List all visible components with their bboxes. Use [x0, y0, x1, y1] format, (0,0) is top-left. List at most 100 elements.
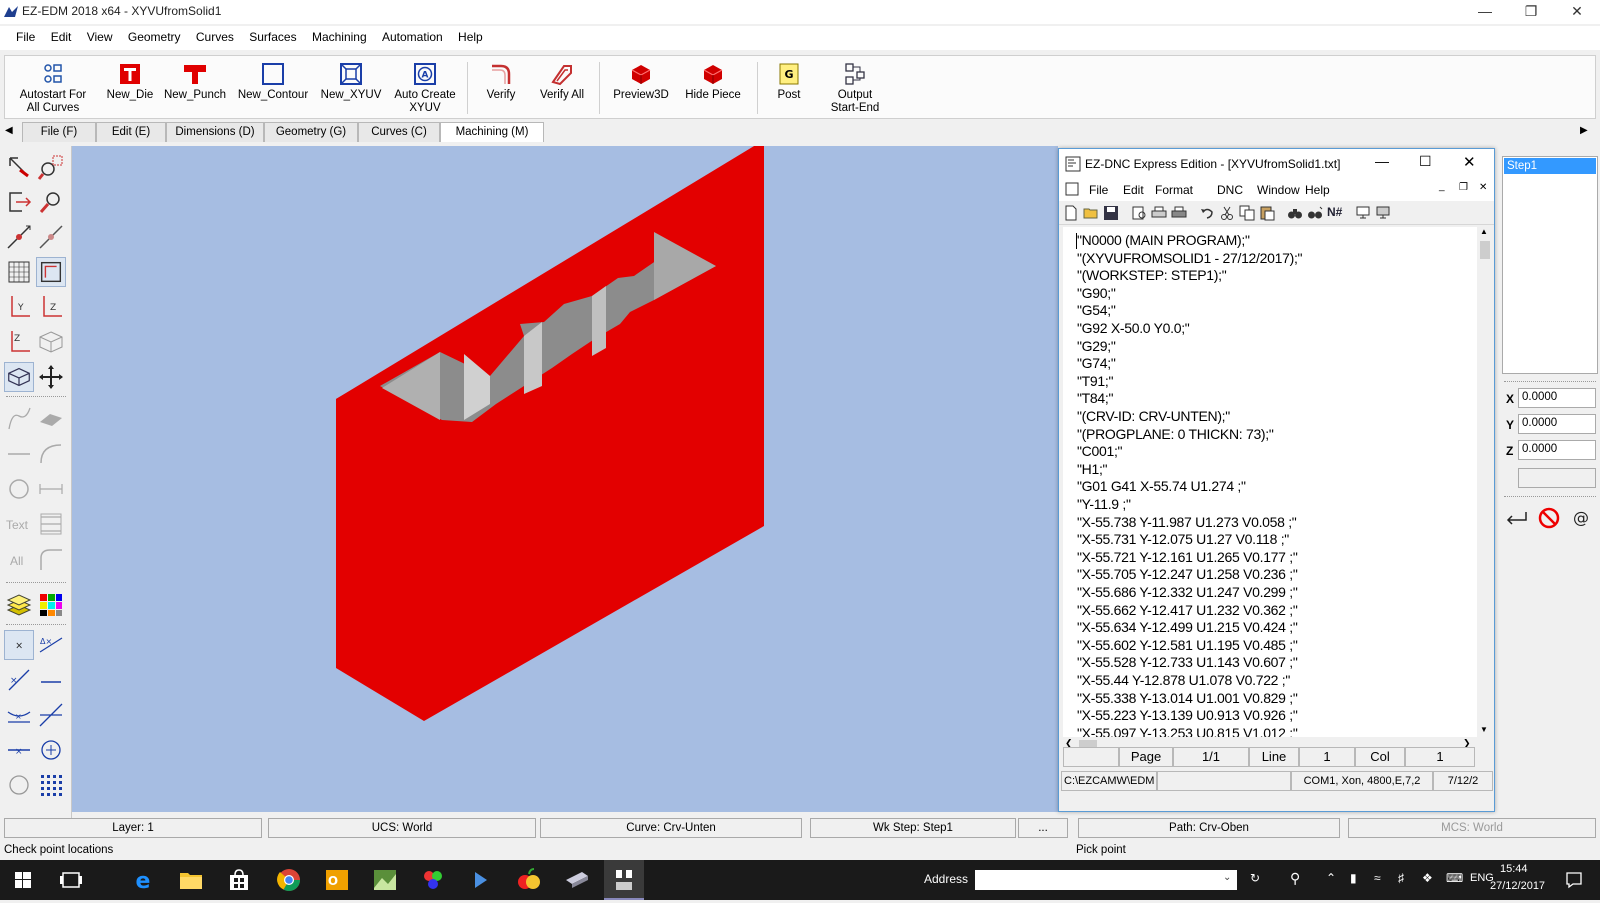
zoom-window-icon[interactable] [36, 152, 66, 182]
fit-view-icon[interactable] [36, 257, 66, 287]
line-icon[interactable] [4, 439, 34, 469]
tray-expand-icon[interactable]: ⌃ [1326, 871, 1336, 885]
hide-piece-button[interactable]: Hide Piece [677, 60, 749, 118]
menu-geometry[interactable]: Geometry [122, 26, 187, 50]
find-replace-icon[interactable] [1307, 205, 1323, 221]
snap-midpoint-icon[interactable]: × [4, 700, 34, 730]
snap-horizontal-icon[interactable] [36, 665, 66, 695]
hatch-icon[interactable] [36, 509, 66, 539]
dnc-editor-window[interactable]: EZ-DNC Express Edition - [XYVUfromSolid1… [1058, 148, 1495, 812]
snap-delta-icon[interactable]: Δ× [36, 630, 66, 660]
menu-view[interactable]: View [81, 26, 119, 50]
tab-file[interactable]: File (F) [22, 122, 96, 142]
coordinate-extra-field[interactable] [1518, 468, 1596, 488]
keyboard-icon[interactable]: ⌨ [1446, 871, 1463, 885]
menu-file[interactable]: File [10, 26, 41, 50]
isometric-view-icon[interactable] [4, 362, 34, 392]
3d-viewport[interactable] [72, 140, 1058, 812]
dnc-close-button[interactable]: ✕ [1463, 153, 1476, 171]
point-snap-icon[interactable]: × [4, 630, 34, 660]
print-icon[interactable] [1171, 205, 1187, 221]
menu-help[interactable]: Help [452, 26, 489, 50]
zoom-icon[interactable] [36, 187, 66, 217]
open-folder-icon[interactable] [1083, 205, 1099, 221]
move-icon[interactable] [36, 362, 66, 392]
scroll-up-icon[interactable]: ▲ [1480, 227, 1488, 236]
chrome-icon[interactable] [274, 866, 304, 894]
x-coordinate-field[interactable]: 0.0000 [1518, 388, 1596, 408]
post-button[interactable]: G Post [767, 60, 811, 118]
status-path[interactable]: Path: Crv-Oben [1078, 818, 1340, 838]
terminal-app-icon[interactable] [466, 866, 496, 894]
snap-nearest-icon[interactable]: × [4, 735, 34, 765]
fruit-app-icon[interactable] [514, 866, 544, 894]
edge-browser-icon[interactable]: e [128, 866, 158, 894]
color-app-icon[interactable] [418, 866, 448, 894]
isometric-wire-icon[interactable] [36, 327, 66, 357]
menu-edit[interactable]: Edit [45, 26, 78, 50]
auto-create-xyuv-button[interactable]: A Auto Create XYUV [389, 60, 461, 118]
dnc-child-restore-button[interactable]: ❐ [1459, 182, 1468, 193]
copy-icon[interactable] [1239, 205, 1255, 221]
dnc-child-close-button[interactable]: ✕ [1479, 182, 1487, 193]
dnc-menu-help[interactable]: Help [1305, 183, 1330, 197]
renumber-icon[interactable]: N# [1327, 205, 1342, 219]
menu-surfaces[interactable]: Surfaces [243, 26, 302, 50]
workstep-list[interactable]: Step1 [1502, 156, 1598, 374]
ezedm-task-active[interactable] [604, 860, 644, 900]
dnc-menu-edit[interactable]: Edit [1123, 183, 1144, 197]
colors-icon[interactable] [36, 590, 66, 620]
autostart-button[interactable]: Autostart For All Curves [11, 60, 95, 118]
arc-icon[interactable] [36, 439, 66, 469]
view-xz-icon[interactable]: Z [36, 292, 66, 322]
restore-button[interactable]: ❐ [1508, 0, 1554, 24]
close-button[interactable]: ✕ [1554, 0, 1600, 24]
layers-icon[interactable] [4, 590, 34, 620]
snap-endpoint-icon[interactable]: × [4, 665, 34, 695]
address-dropdown-icon[interactable]: ⌄ [1223, 872, 1231, 883]
dnc-menu-file[interactable]: File [1089, 183, 1108, 197]
tab-scroll-left-icon[interactable]: ◀ [5, 125, 13, 136]
new-die-button[interactable]: New_Die [99, 60, 161, 118]
paste-icon[interactable] [1259, 205, 1275, 221]
send-icon[interactable] [1355, 205, 1371, 221]
grid-icon[interactable] [4, 257, 34, 287]
undo-icon[interactable] [1199, 205, 1215, 221]
menu-automation[interactable]: Automation [376, 26, 449, 50]
ezcam-app-icon[interactable] [562, 866, 592, 894]
cancel-icon[interactable] [1536, 506, 1562, 530]
tab-scroll-right-icon[interactable]: ▶ [1580, 125, 1588, 136]
store-icon[interactable] [224, 866, 254, 894]
action-center-icon[interactable] [1564, 870, 1584, 890]
new-punch-button[interactable]: New_Punch [163, 60, 227, 118]
snap-center-icon[interactable] [36, 735, 66, 765]
pointer-tool-icon[interactable] [4, 152, 34, 182]
dnc-minimize-button[interactable]: — [1375, 153, 1389, 169]
snap-grid-icon[interactable] [36, 770, 66, 800]
y-coordinate-field[interactable]: 0.0000 [1518, 414, 1596, 434]
z-coordinate-field[interactable]: 0.0000 [1518, 440, 1596, 460]
menu-machining[interactable]: Machining [306, 26, 373, 50]
snap-circle-icon[interactable] [4, 770, 34, 800]
scroll-thumb[interactable] [1480, 241, 1490, 259]
pan-tool-icon[interactable] [4, 222, 34, 252]
tab-machining[interactable]: Machining (M) [440, 122, 544, 142]
output-start-end-button[interactable]: Output Start-End [817, 60, 893, 118]
status-ucs[interactable]: UCS: World [268, 818, 536, 838]
minimize-button[interactable]: — [1462, 0, 1508, 24]
receive-icon[interactable] [1375, 205, 1391, 221]
verify-button[interactable]: Verify [475, 60, 527, 118]
status-workstep[interactable]: Wk Step: Step1 [810, 818, 1016, 838]
refresh-icon[interactable]: ↻ [1250, 871, 1260, 885]
clock-time[interactable]: 15:44 [1500, 863, 1528, 875]
dnc-menu-window[interactable]: Window [1257, 183, 1300, 197]
dimension-icon[interactable] [36, 474, 66, 504]
status-mcs[interactable]: MCS: World [1348, 818, 1596, 838]
battery-icon[interactable]: ▮ [1350, 871, 1357, 885]
address-input[interactable]: ⌄ [975, 870, 1237, 890]
fillet-icon[interactable] [36, 544, 66, 574]
print-preview-icon[interactable] [1131, 205, 1147, 221]
tab-geometry[interactable]: Geometry (G) [264, 122, 358, 142]
tab-dimensions[interactable]: Dimensions (D) [166, 122, 264, 142]
snap-intersection-icon[interactable] [36, 700, 66, 730]
